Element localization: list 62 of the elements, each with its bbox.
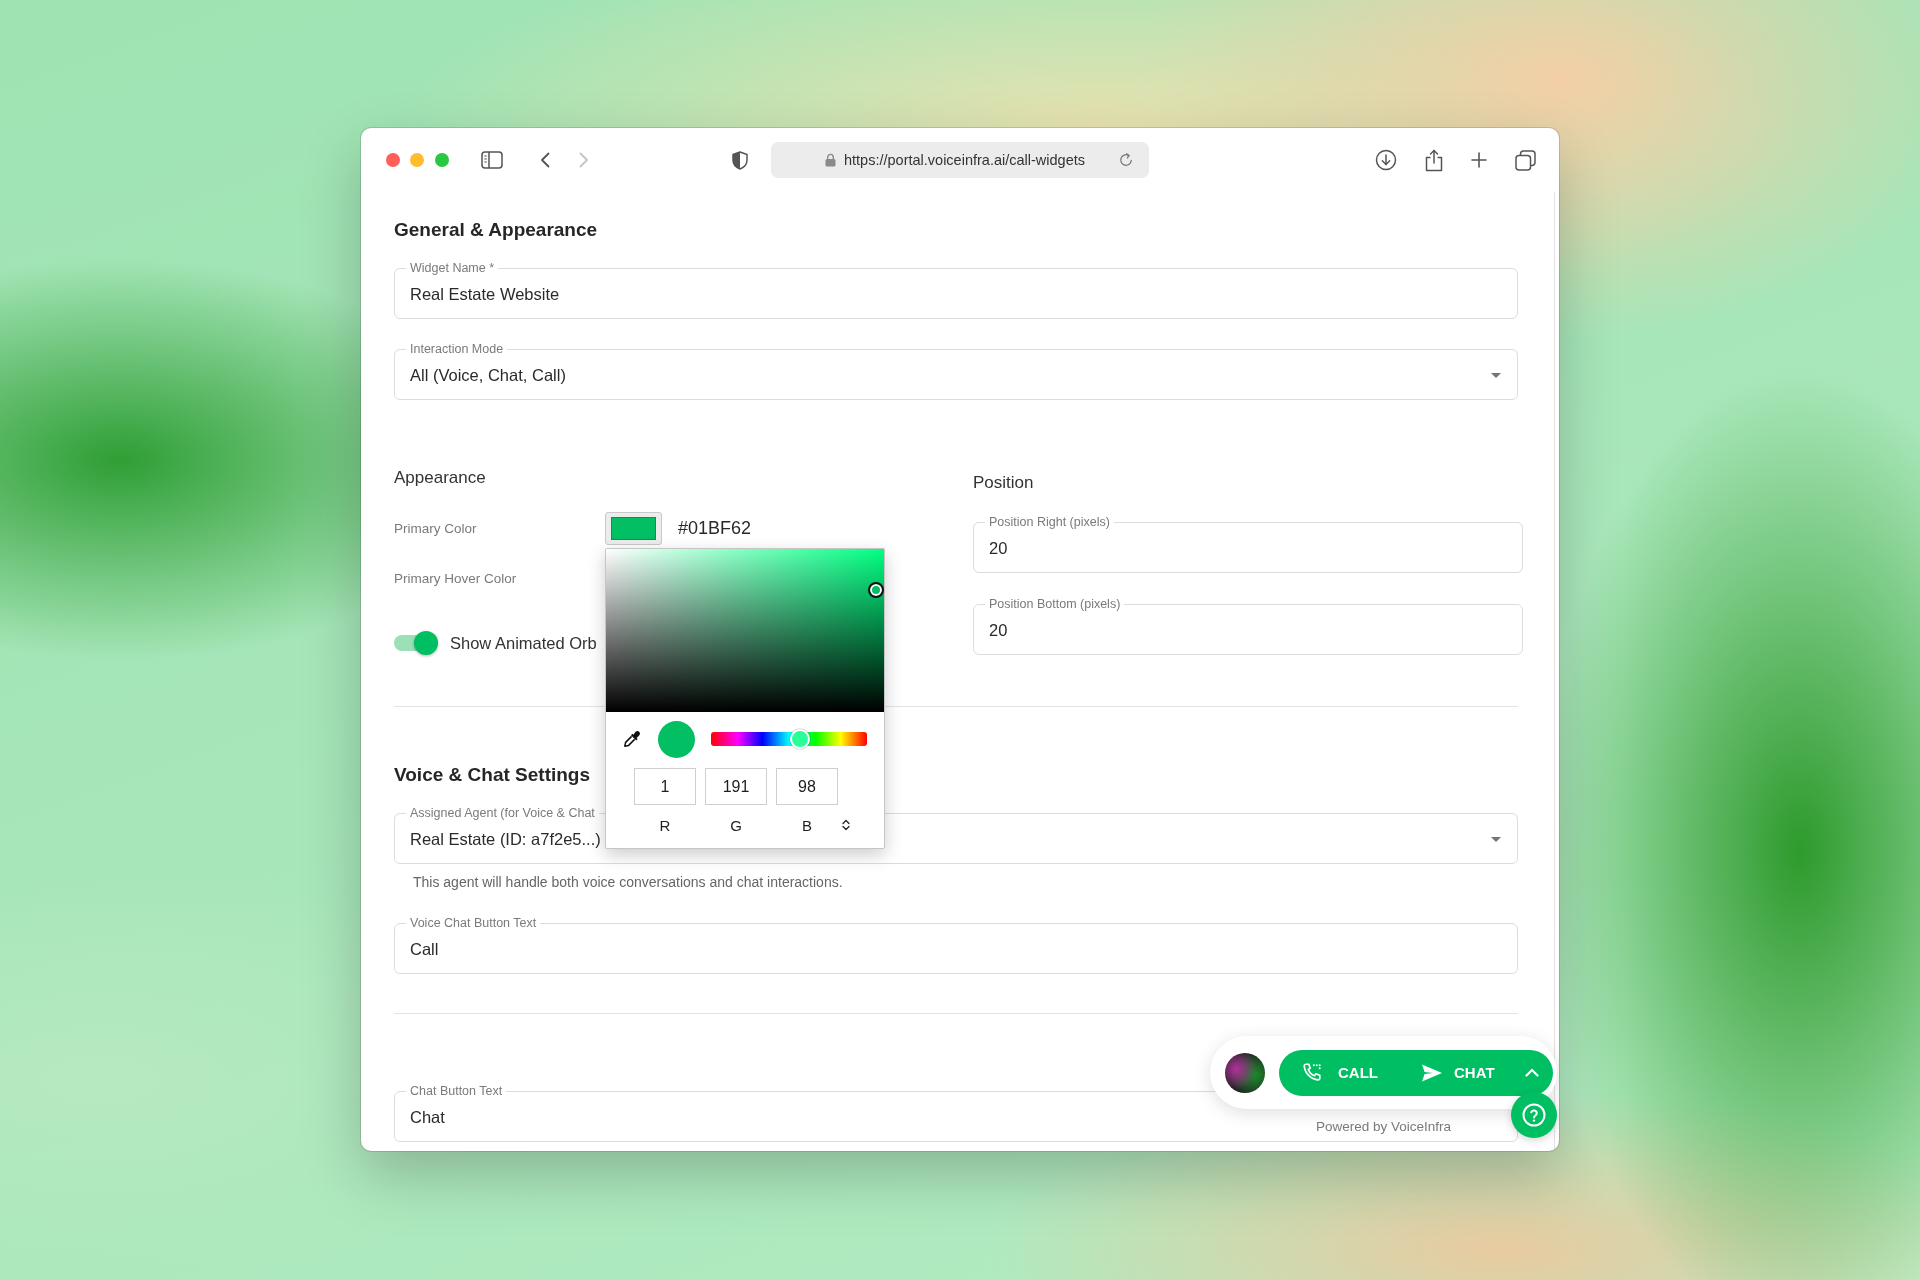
download-icon[interactable] <box>1375 149 1397 171</box>
saturation-area[interactable] <box>606 549 884 712</box>
toggle-switch[interactable] <box>394 631 438 655</box>
color-label: Primary Color <box>394 521 477 536</box>
section-heading: Voice & Chat Settings <box>394 763 590 787</box>
helper-text: This agent will handle both voice conversations and chat interactions. <box>413 873 843 891</box>
plus-icon[interactable] <box>1471 152 1487 168</box>
send-icon <box>1421 1062 1443 1083</box>
color-label: Primary Hover Color <box>394 571 517 586</box>
phone-icon <box>1301 1061 1323 1084</box>
channel-label: B <box>802 816 812 834</box>
color-picker-button[interactable] <box>605 512 662 545</box>
section-heading: General & Appearance <box>394 218 598 242</box>
orb-icon[interactable] <box>1225 1052 1265 1093</box>
field-value: 20 <box>989 620 1008 640</box>
field-value: All (Voice, Chat, Call) <box>410 365 566 385</box>
picker-handle[interactable] <box>868 581 884 598</box>
field-label: Voice Chat Button Text <box>409 915 538 931</box>
number-field[interactable]: 1 <box>634 768 696 805</box>
field-label: Position Bottom (pixels) <box>988 596 1122 612</box>
field-label: Assigned Agent (for Voice & Chat <box>409 805 596 821</box>
up-down-chevron-icon[interactable] <box>842 819 850 831</box>
channel-label: R <box>659 816 671 834</box>
number-field[interactable]: 191 <box>705 768 767 805</box>
shield-icon[interactable] <box>732 150 748 170</box>
text-field[interactable]: Position Bottom (pixels) 20 <box>973 596 1523 655</box>
field-value: Real Estate (ID: a7f2e5...) <box>410 829 601 849</box>
hex-value: #01BF62 <box>678 518 752 539</box>
url-text: https://portal.voiceinfra.ai/call-widgets <box>844 152 1085 168</box>
field-label: Interaction Mode <box>409 341 505 357</box>
lock-icon <box>825 153 836 167</box>
text-field[interactable]: Position Right (pixels) 20 <box>973 514 1523 573</box>
eyedropper-icon[interactable] <box>623 730 641 748</box>
field-value: 20 <box>989 538 1008 558</box>
sidebar-icon[interactable] <box>481 151 503 169</box>
subsection-heading: Position <box>973 472 1034 494</box>
caret-icon <box>1491 372 1501 378</box>
reload-icon[interactable] <box>1119 153 1133 167</box>
channel-label: G <box>730 816 742 834</box>
text-field[interactable]: Widget Name * Real Estate Website <box>394 260 1518 319</box>
share-icon[interactable] <box>1425 148 1443 172</box>
caret-icon <box>1491 836 1501 842</box>
hue-slider[interactable] <box>711 729 867 749</box>
close-window-icon[interactable] <box>386 153 400 167</box>
field-label: Chat Button Text <box>409 1083 504 1099</box>
toggle-label: Show Animated Orb <box>450 633 597 653</box>
tabs-overview-icon[interactable] <box>1515 149 1536 171</box>
field-value: Chat <box>410 1107 445 1127</box>
subsection-heading: Appearance <box>394 467 486 489</box>
address-bar[interactable]: https://portal.voiceinfra.ai/call-widgets <box>771 142 1149 178</box>
back-icon[interactable] <box>540 152 550 168</box>
select-field[interactable]: Interaction Mode All (Voice, Chat, Call) <box>394 341 1518 400</box>
text-field[interactable]: Voice Chat Button Text Call <box>394 915 1518 974</box>
field-value: Call <box>410 939 439 959</box>
number-field[interactable]: 98 <box>776 768 838 805</box>
powered-by-text: Powered by VoiceInfra <box>1316 1119 1452 1135</box>
chevron-up-icon <box>1524 1068 1539 1077</box>
field-value: Real Estate Website <box>410 284 560 304</box>
slider-thumb[interactable] <box>789 729 810 749</box>
field-label: Position Right (pixels) <box>988 514 1111 530</box>
question-circle-icon <box>1522 1103 1546 1127</box>
field-label: Widget Name * <box>409 260 496 276</box>
